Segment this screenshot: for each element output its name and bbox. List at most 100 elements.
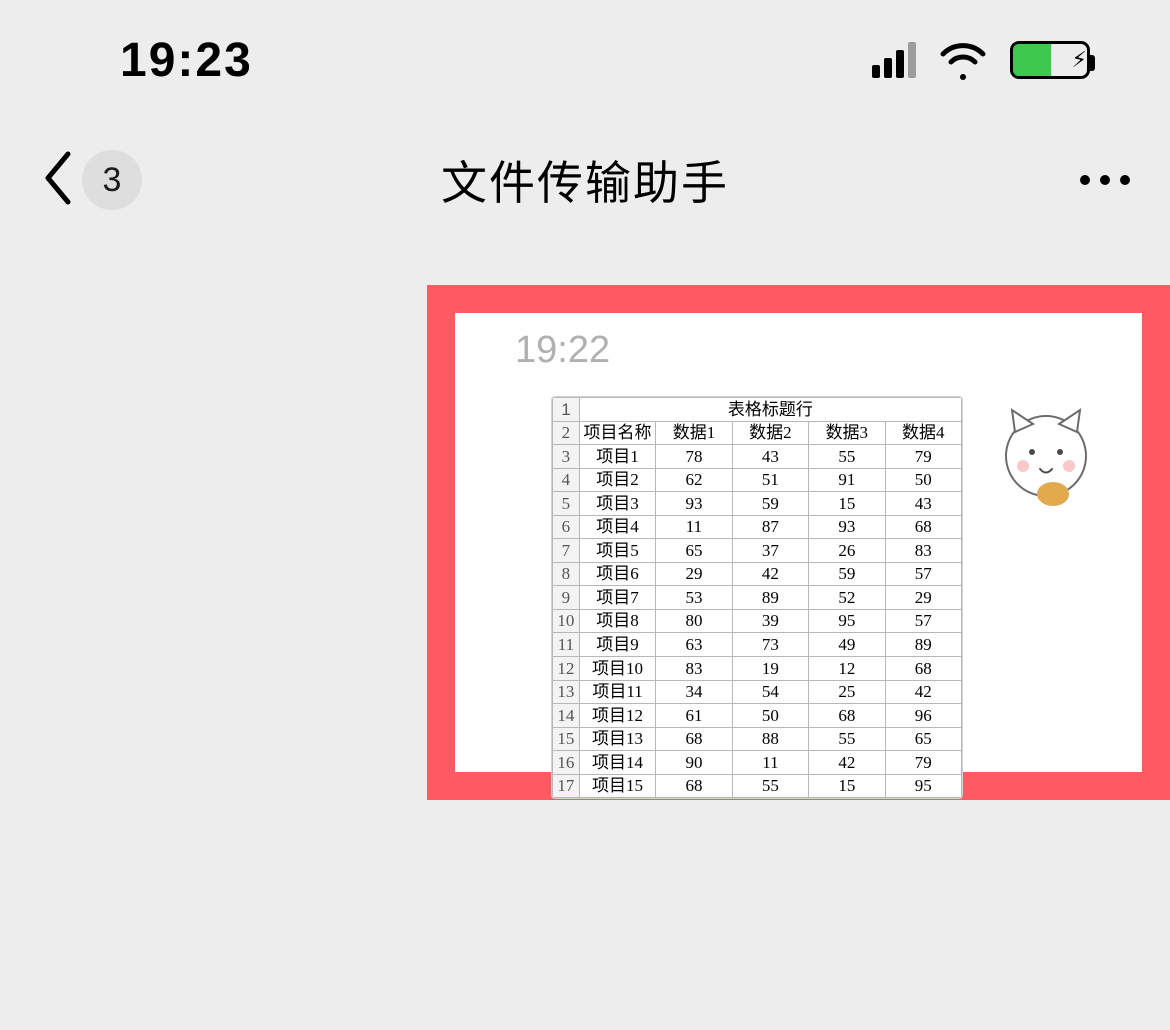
highlight-frame: 19:22 1 表格标题行 2 项目名称 数据1 数据2 数据3 数据4 <box>427 285 1170 800</box>
row-number: 8 <box>553 562 580 586</box>
table-cell: 项目11 <box>579 680 655 704</box>
back-button[interactable]: 3 <box>40 150 142 211</box>
col-header: 项目名称 <box>579 421 655 445</box>
chevron-left-icon <box>40 150 74 211</box>
col-header: 数据4 <box>885 421 961 445</box>
table-cell: 50 <box>732 704 808 728</box>
more-button[interactable] <box>1080 175 1130 185</box>
row-number: 9 <box>553 586 580 610</box>
col-header: 数据3 <box>809 421 885 445</box>
cat-avatar-icon <box>991 398 1101 508</box>
table-cell: 79 <box>885 445 961 469</box>
table-cell: 项目3 <box>579 492 655 516</box>
table-cell: 37 <box>732 539 808 563</box>
table-cell: 88 <box>732 727 808 751</box>
table-cell: 68 <box>885 515 961 539</box>
row-number: 1 <box>553 398 580 422</box>
table-cell: 11 <box>732 751 808 775</box>
table-cell: 68 <box>809 704 885 728</box>
table-cell: 42 <box>885 680 961 704</box>
battery-icon: ⚡︎ <box>1010 41 1090 79</box>
table-cell: 50 <box>885 468 961 492</box>
table-cell: 34 <box>656 680 732 704</box>
table-cell: 55 <box>809 445 885 469</box>
row-number: 5 <box>553 492 580 516</box>
table-cell: 68 <box>656 727 732 751</box>
table-cell: 83 <box>656 657 732 681</box>
row-number: 6 <box>553 515 580 539</box>
table-cell: 51 <box>732 468 808 492</box>
col-header: 数据1 <box>656 421 732 445</box>
table-cell: 79 <box>885 751 961 775</box>
table-cell: 49 <box>809 633 885 657</box>
table-cell: 项目8 <box>579 609 655 633</box>
table-cell: 39 <box>732 609 808 633</box>
table-cell: 95 <box>809 609 885 633</box>
table-cell: 19 <box>732 657 808 681</box>
unread-badge: 3 <box>82 150 142 210</box>
table-title: 表格标题行 <box>579 398 961 422</box>
table-cell: 59 <box>809 562 885 586</box>
table-cell: 29 <box>656 562 732 586</box>
table-cell: 93 <box>656 492 732 516</box>
table-cell: 29 <box>885 586 961 610</box>
table-cell: 项目9 <box>579 633 655 657</box>
table-cell: 15 <box>809 774 885 798</box>
nav-bar: 3 文件传输助手 <box>0 120 1170 240</box>
table-cell: 11 <box>656 515 732 539</box>
table-cell: 55 <box>732 774 808 798</box>
row-number: 7 <box>553 539 580 563</box>
message-timestamp: 19:22 <box>515 329 1120 372</box>
table-cell: 项目5 <box>579 539 655 563</box>
table-cell: 15 <box>809 492 885 516</box>
charging-bolt-icon: ⚡︎ <box>1071 47 1086 73</box>
row-number: 16 <box>553 751 580 775</box>
table-cell: 65 <box>885 727 961 751</box>
avatar[interactable] <box>989 396 1103 510</box>
table-cell: 89 <box>732 586 808 610</box>
table-cell: 68 <box>656 774 732 798</box>
table-cell: 80 <box>656 609 732 633</box>
table-cell: 项目2 <box>579 468 655 492</box>
col-header: 数据2 <box>732 421 808 445</box>
wifi-icon <box>938 40 988 80</box>
table-cell: 65 <box>656 539 732 563</box>
table-cell: 89 <box>885 633 961 657</box>
table-cell: 63 <box>656 633 732 657</box>
status-icons: ⚡︎ <box>872 40 1090 80</box>
table-cell: 54 <box>732 680 808 704</box>
message-area: 19:22 1 表格标题行 2 项目名称 数据1 数据2 数据3 数据4 <box>455 313 1142 772</box>
status-time: 19:23 <box>120 33 253 88</box>
table-cell: 52 <box>809 586 885 610</box>
table-cell: 项目7 <box>579 586 655 610</box>
table-cell: 91 <box>809 468 885 492</box>
table-cell: 项目6 <box>579 562 655 586</box>
row-number: 4 <box>553 468 580 492</box>
table-cell: 12 <box>809 657 885 681</box>
message-image[interactable]: 1 表格标题行 2 项目名称 数据1 数据2 数据3 数据4 3项目178435… <box>551 396 963 799</box>
table-cell: 90 <box>656 751 732 775</box>
table-cell: 项目15 <box>579 774 655 798</box>
table-cell: 57 <box>885 562 961 586</box>
table-cell: 55 <box>809 727 885 751</box>
table-cell: 95 <box>885 774 961 798</box>
table-cell: 26 <box>809 539 885 563</box>
table-cell: 43 <box>885 492 961 516</box>
table-cell: 项目13 <box>579 727 655 751</box>
table-cell: 项目12 <box>579 704 655 728</box>
table-cell: 项目14 <box>579 751 655 775</box>
table-cell: 62 <box>656 468 732 492</box>
table-cell: 87 <box>732 515 808 539</box>
row-number: 14 <box>553 704 580 728</box>
chat-title: 文件传输助手 <box>441 147 729 213</box>
table-cell: 43 <box>732 445 808 469</box>
row-number: 10 <box>553 609 580 633</box>
table-cell: 93 <box>809 515 885 539</box>
table-cell: 项目10 <box>579 657 655 681</box>
row-number: 15 <box>553 727 580 751</box>
table-cell: 57 <box>885 609 961 633</box>
spreadsheet-table: 1 表格标题行 2 项目名称 数据1 数据2 数据3 数据4 3项目178435… <box>552 397 962 798</box>
table-cell: 59 <box>732 492 808 516</box>
table-cell: 68 <box>885 657 961 681</box>
status-bar: 19:23 ⚡︎ <box>0 0 1170 120</box>
